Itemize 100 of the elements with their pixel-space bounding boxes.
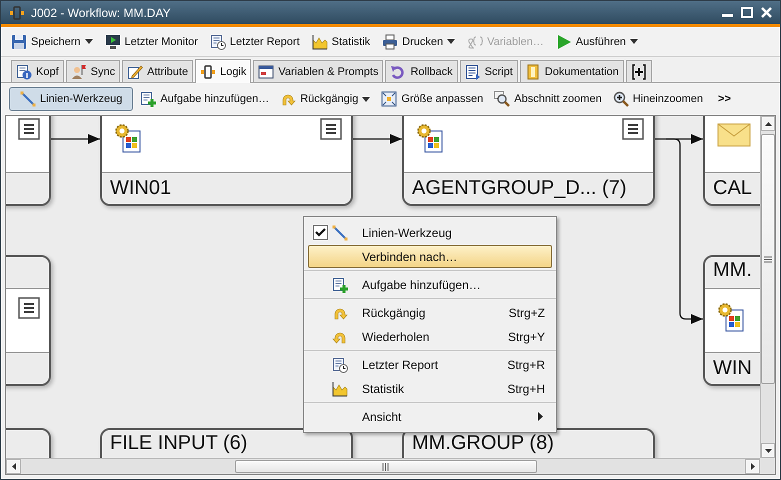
scrollbar-corner — [760, 458, 775, 474]
node-title: WIN — [713, 357, 752, 380]
add-task-icon — [140, 91, 156, 107]
menu-item[interactable]: Letzter Report Strg+R — [308, 353, 552, 376]
line-tool-icon — [332, 224, 348, 240]
tab[interactable]: Dokumentation — [520, 60, 624, 82]
menu-item[interactable]: Aufgabe hinzufügen… — [308, 273, 552, 296]
toolbar-button[interactable]: Statistik — [308, 30, 374, 54]
tool-button[interactable]: Rückgängig — [276, 87, 374, 111]
task-node[interactable]: FILE INPUT (6) — [100, 428, 353, 458]
check-icon — [315, 228, 326, 237]
submenu-arrow-icon — [538, 412, 543, 421]
left-arrow-icon — [12, 463, 16, 470]
node-title: WIN01 — [110, 177, 172, 200]
shortcut-label: Strg+Z — [508, 306, 546, 320]
shortcut-label: Strg+R — [507, 358, 546, 372]
menu-item[interactable]: Statistik Strg+H — [308, 377, 552, 400]
add-task-icon — [332, 276, 348, 292]
node-menu-icon — [622, 118, 644, 140]
monitor-icon — [104, 34, 121, 50]
tab[interactable]: Attribute — [122, 60, 194, 82]
grip-icon — [382, 462, 390, 470]
up-arrow-icon — [764, 122, 772, 126]
script-icon — [464, 64, 481, 80]
play-icon — [556, 34, 572, 50]
menu-item[interactable]: Wiederholen Strg+Y — [308, 325, 552, 348]
scroll-up-button[interactable] — [761, 116, 775, 131]
menu-item[interactable]: Rückgängig Strg+Z — [308, 301, 552, 324]
task-node[interactable]: MM.GROUP (8) — [402, 428, 655, 458]
rollback-icon — [390, 64, 406, 80]
task-node[interactable]: MM. WIN — [703, 255, 760, 386]
tab[interactable]: Script — [460, 60, 518, 82]
shortcut-label: Strg+H — [507, 382, 546, 396]
node-title: CAL — [713, 177, 752, 200]
tab[interactable]: Rollback — [385, 60, 458, 82]
report-icon — [210, 34, 226, 50]
zoom-region-icon — [494, 91, 510, 107]
tab[interactable]: Variablen & Prompts — [253, 60, 384, 82]
minimize-icon — [722, 14, 733, 17]
workflow-icon — [200, 64, 216, 80]
gear-windows-task-icon — [717, 302, 745, 332]
shortcut-label: Strg+Y — [508, 330, 546, 344]
variables-icon — [467, 34, 484, 50]
gear-windows-task-icon — [416, 123, 444, 153]
horizontal-scrollbar[interactable] — [6, 458, 760, 474]
overflow-button[interactable]: >> — [710, 93, 739, 105]
tab[interactable]: Sync — [66, 60, 120, 82]
node-title: MM.GROUP (8) — [412, 432, 554, 455]
scroll-thumb[interactable] — [761, 134, 775, 384]
node-menu-icon — [320, 118, 342, 140]
toolbar-button[interactable]: Speichern — [7, 30, 97, 54]
scroll-right-button[interactable] — [745, 459, 760, 474]
scroll-down-button[interactable] — [761, 443, 775, 458]
tool-button[interactable]: Hineinzoomen — [608, 87, 708, 111]
tool-button[interactable]: Größe anpassen — [377, 87, 488, 111]
toolbar-button[interactable]: Ausführen — [552, 30, 642, 54]
caret-icon — [447, 39, 456, 44]
toolbar-button[interactable]: Letzter Report — [206, 30, 304, 54]
vertical-scrollbar[interactable] — [760, 116, 775, 458]
book-icon — [524, 64, 541, 80]
envelope-icon — [717, 123, 751, 147]
scroll-thumb[interactable] — [235, 460, 537, 473]
node-title: MM. — [713, 259, 752, 282]
add-tab[interactable] — [626, 60, 652, 82]
tab[interactable]: Logik — [195, 59, 252, 83]
caret-icon — [362, 96, 370, 102]
node-menu-icon — [18, 297, 40, 319]
node-title: FILE INPUT (6) — [110, 432, 248, 455]
tool-button[interactable]: Linien-Werkzeug — [9, 87, 134, 111]
window-icon — [258, 64, 274, 80]
right-arrow-icon — [750, 463, 754, 470]
down-arrow-icon — [764, 448, 772, 452]
menu-item[interactable]: Linien-Werkzeug — [308, 221, 552, 244]
menu-item[interactable]: Verbinden nach… — [308, 245, 552, 268]
menu-item[interactable]: Ansicht — [308, 405, 552, 428]
close-icon — [761, 7, 772, 18]
scroll-left-button[interactable] — [6, 459, 21, 474]
task-node[interactable]: CAL — [703, 116, 760, 206]
node-title: AGENTGROUP_D... (7) — [412, 177, 626, 200]
gear-windows-task-icon — [114, 123, 142, 153]
toolbar-button[interactable]: Drucken — [378, 30, 460, 54]
line-tool-icon — [20, 91, 36, 107]
node-menu-icon — [18, 118, 40, 140]
maximize-icon — [741, 7, 753, 18]
report-icon — [332, 356, 348, 372]
checkbox[interactable] — [313, 225, 328, 240]
caret-icon — [630, 39, 638, 44]
toolbar-button[interactable]: Letzter Monitor — [100, 30, 202, 54]
task-node[interactable]: AGENTGROUP_D... (7) — [402, 116, 655, 206]
pencil-document-icon — [127, 64, 144, 80]
window-title: J002 - Workflow: MM.DAY — [31, 6, 172, 20]
tool-button[interactable]: Aufgabe hinzufügen… — [136, 87, 274, 111]
tab[interactable]: Kopf — [11, 60, 64, 82]
printer-icon — [382, 34, 398, 50]
chart-icon — [332, 380, 348, 396]
fit-size-icon — [381, 91, 398, 107]
app-icon — [9, 4, 25, 20]
task-node[interactable]: WIN01 — [100, 116, 353, 206]
chart-icon — [312, 34, 328, 50]
tool-button[interactable]: Abschnitt zoomen — [490, 87, 606, 111]
